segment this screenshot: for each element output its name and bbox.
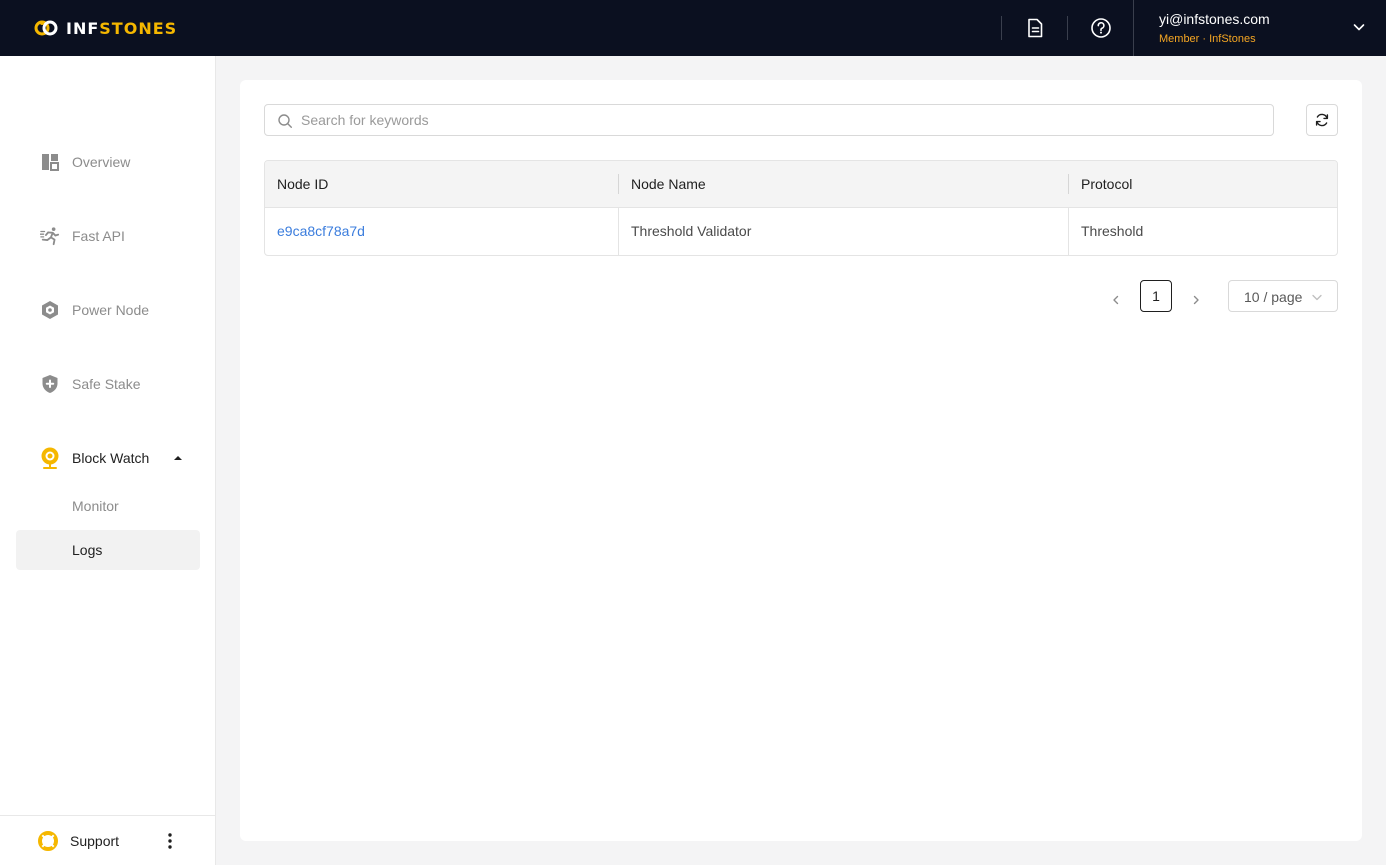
sidebar-item-overview[interactable]: Overview <box>16 142 200 182</box>
document-icon[interactable] <box>1023 16 1047 40</box>
table-header: Node ID Node Name Protocol <box>265 161 1337 208</box>
chevron-left-icon <box>1113 295 1119 305</box>
sidebar-subitem-label: Logs <box>72 542 103 558</box>
node-id-link[interactable]: e9ca8cf78a7d <box>277 223 365 239</box>
column-divider <box>618 174 619 194</box>
dashboard-icon <box>40 152 60 172</box>
sidebar-item-label: Fast API <box>72 228 125 244</box>
refresh-icon <box>1315 113 1329 127</box>
infstones-logo-icon <box>34 20 58 36</box>
header-divider <box>1067 16 1068 40</box>
cell-divider <box>1068 208 1069 255</box>
pagination-next-button[interactable] <box>1184 288 1208 312</box>
support-link[interactable]: Support <box>70 833 119 849</box>
column-header-protocol[interactable]: Protocol <box>1081 176 1132 192</box>
search-box[interactable] <box>264 104 1274 136</box>
lifebuoy-icon <box>38 831 58 856</box>
running-icon <box>40 226 60 246</box>
logs-panel: Node ID Node Name Protocol e9ca8cf78a7d … <box>240 80 1362 841</box>
sidebar-item-label: Power Node <box>72 302 150 318</box>
sidebar-item-label: Safe Stake <box>72 376 141 392</box>
user-menu[interactable]: yi@infstones.com Member · InfStones <box>1133 0 1386 56</box>
cell-divider <box>618 208 619 255</box>
header-divider <box>1001 16 1002 40</box>
column-header-node-id[interactable]: Node ID <box>277 176 328 192</box>
page-size-value: 10 / page <box>1244 289 1303 305</box>
hexagon-node-icon <box>40 300 60 320</box>
sidebar: Overview Fast API Power Node Safe Stake … <box>0 56 216 865</box>
chevron-right-icon <box>1193 295 1199 305</box>
node-name-cell: Threshold Validator <box>631 223 752 239</box>
more-vertical-icon[interactable] <box>162 829 178 853</box>
protocol-cell: Threshold <box>1081 223 1144 239</box>
search-input[interactable] <box>301 109 1261 131</box>
sidebar-item-safe-stake[interactable]: Safe Stake <box>16 364 200 404</box>
chevron-down-icon <box>1353 24 1365 31</box>
chevron-down-icon <box>1312 294 1322 301</box>
user-role: Member · InfStones <box>1159 33 1256 45</box>
help-circle-icon[interactable] <box>1089 16 1113 40</box>
sidebar-subitem-monitor[interactable]: Monitor <box>16 486 200 526</box>
chevron-up-icon <box>174 456 182 460</box>
brand-name: INFSTONES <box>66 18 178 38</box>
sidebar-item-fast-api[interactable]: Fast API <box>16 216 200 256</box>
pagination-prev-button[interactable] <box>1104 288 1128 312</box>
user-email: yi@infstones.com <box>1159 11 1270 27</box>
support-footer: Support <box>0 815 216 865</box>
sidebar-item-power-node[interactable]: Power Node <box>16 290 200 330</box>
shield-plus-icon <box>40 374 60 394</box>
search-icon <box>278 114 292 128</box>
sidebar-subitem-logs[interactable]: Logs <box>16 530 200 570</box>
sidebar-item-label: Block Watch <box>72 450 150 466</box>
column-divider <box>1068 174 1069 194</box>
refresh-button[interactable] <box>1306 104 1338 136</box>
brand-logo[interactable]: INFSTONES <box>32 14 177 42</box>
table-row[interactable]: e9ca8cf78a7d Threshold Validator Thresho… <box>265 208 1337 255</box>
webcam-icon <box>40 447 60 469</box>
sidebar-subitem-label: Monitor <box>72 498 119 514</box>
sidebar-item-label: Overview <box>72 154 131 170</box>
top-bar: INFSTONES yi@infstones.com Member · InfS… <box>0 0 1386 56</box>
column-header-node-name[interactable]: Node Name <box>631 176 706 192</box>
nodes-table: Node ID Node Name Protocol e9ca8cf78a7d … <box>264 160 1338 256</box>
page-size-select[interactable]: 10 / page <box>1228 280 1338 312</box>
pagination-page-1[interactable]: 1 <box>1140 280 1172 312</box>
sidebar-item-block-watch[interactable]: Block Watch <box>16 438 200 478</box>
